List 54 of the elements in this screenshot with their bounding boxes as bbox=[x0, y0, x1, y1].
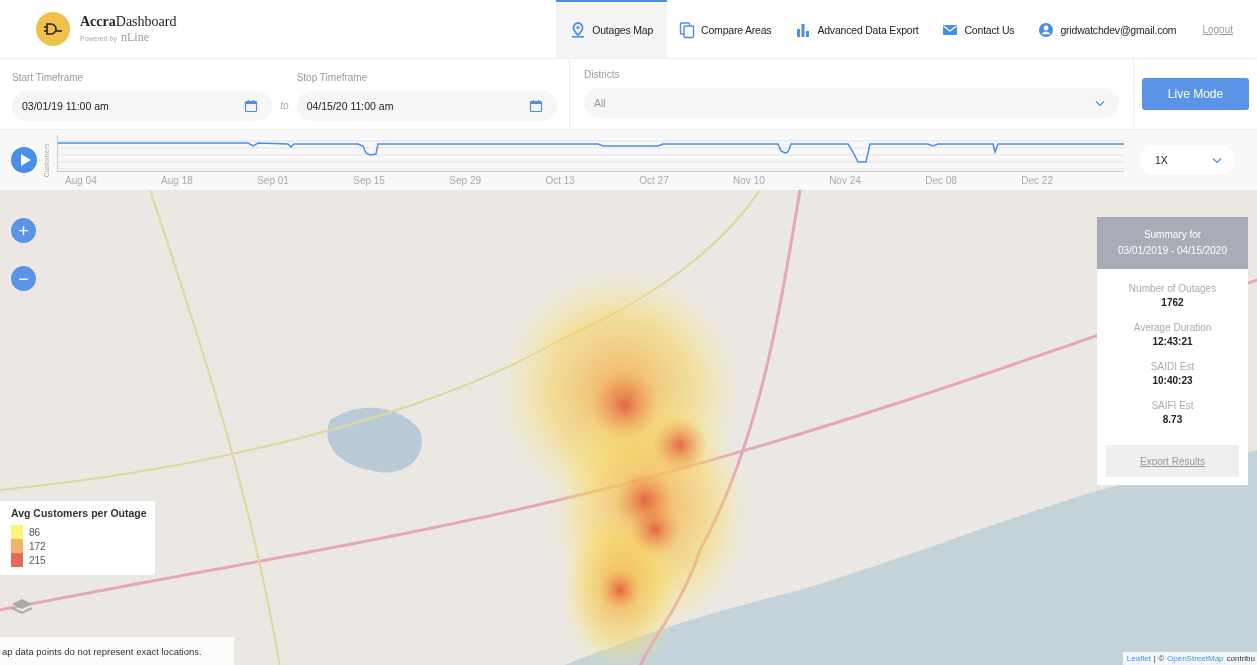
stat-value: 1762 bbox=[1160, 297, 1185, 308]
range-separator: to bbox=[280, 100, 289, 113]
field-label: Districts bbox=[584, 69, 621, 80]
calendar-icon bbox=[244, 99, 259, 113]
legend-title: Avg Customers per Outage bbox=[11, 507, 148, 519]
axis-tick-label: Aug 04 bbox=[65, 174, 97, 186]
stat-value: 10:40:23 bbox=[1151, 375, 1194, 386]
stat-value: 8.73 bbox=[1161, 414, 1184, 425]
stat-label: Average Duration bbox=[1133, 322, 1212, 333]
axis-tick-label: Nov 24 bbox=[829, 174, 861, 186]
axis-tick-label: Oct 13 bbox=[545, 174, 575, 186]
date-field[interactable]: 04/15/20 11:00 am bbox=[296, 91, 557, 121]
app-title: AccraDashboard bbox=[80, 13, 177, 30]
axis-tick-label: Oct 27 bbox=[639, 174, 669, 186]
pin-icon bbox=[570, 21, 587, 39]
axis-tick-label: Dec 22 bbox=[1021, 174, 1053, 186]
stat-value: 12:43:21 bbox=[1151, 336, 1194, 347]
stat-label: SAIFI Est bbox=[1151, 400, 1194, 411]
chevron-down-icon bbox=[1212, 156, 1222, 164]
field-label: Start Timeframe bbox=[12, 72, 85, 83]
layers-icon bbox=[11, 598, 33, 616]
calendar-icon bbox=[529, 99, 543, 113]
axis-tick-label: Dec 08 bbox=[925, 174, 957, 186]
nav-tab[interactable]: Advanced Data Export bbox=[783, 0, 931, 58]
bar-chart-icon bbox=[795, 21, 812, 39]
user-icon bbox=[1038, 21, 1055, 39]
play-button[interactable] bbox=[11, 147, 37, 173]
axis-tick-label: Sep 29 bbox=[449, 174, 481, 186]
summary-range: 03/01/2019 - 04/15/2020 bbox=[1117, 244, 1228, 258]
legend-value: 172 bbox=[29, 540, 46, 552]
date-field[interactable]: 03/01/19 11:00 am bbox=[12, 91, 273, 121]
nav-tab[interactable]: Contact Us bbox=[930, 0, 1027, 58]
map-disclaimer: ap data points do not represent exact locations. bbox=[0, 637, 234, 665]
legend-value: 215 bbox=[29, 554, 46, 566]
axis-tick-label: Sep 01 bbox=[257, 174, 289, 186]
brand-name: nLine bbox=[120, 29, 149, 45]
attribution-text: contribu bbox=[1226, 654, 1255, 663]
copy-icon bbox=[679, 21, 696, 39]
field-label: Stop Timeframe bbox=[296, 72, 369, 83]
stat-label: Number of Outages bbox=[1128, 283, 1217, 294]
attribution-text: | © bbox=[1153, 654, 1165, 663]
axis-tick-label: Nov 10 bbox=[733, 174, 765, 186]
account-link[interactable]: gridwatchdev@gmail.com bbox=[1026, 0, 1189, 58]
chevron-down-icon bbox=[1095, 99, 1105, 107]
stat-label: SAIDI Est bbox=[1150, 361, 1195, 372]
legend-value: 86 bbox=[29, 526, 41, 538]
axis-tick-label: Aug 18 bbox=[161, 174, 193, 186]
plug-logo-icon bbox=[36, 12, 70, 46]
nav-tab[interactable]: Compare Areas bbox=[667, 0, 784, 58]
play-icon bbox=[20, 154, 31, 166]
axis-tick-label: Sep 15 bbox=[353, 174, 385, 186]
summary-title: Summary for bbox=[1142, 228, 1203, 242]
speed-dropdown[interactable]: 1X bbox=[1139, 145, 1234, 175]
nav-tab[interactable]: Outages Map bbox=[556, 0, 668, 58]
